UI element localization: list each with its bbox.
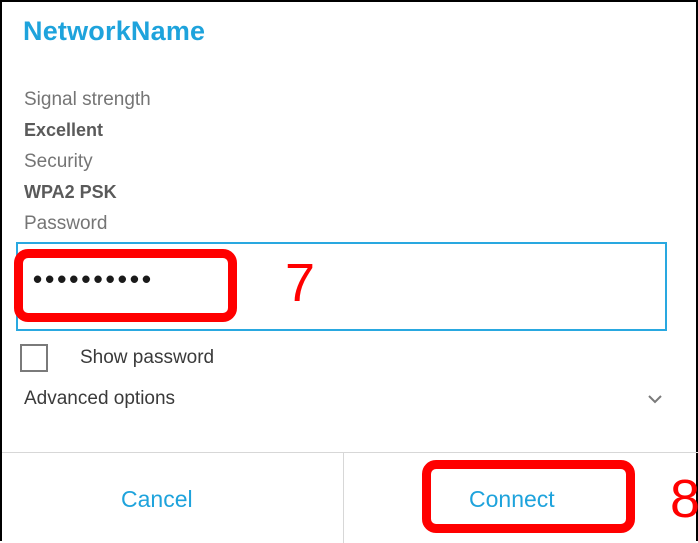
annotation-box-connect xyxy=(422,460,635,533)
cancel-button[interactable]: Cancel xyxy=(121,486,193,513)
signal-strength-value: Excellent xyxy=(24,120,104,140)
show-password-checkbox[interactable] xyxy=(20,344,48,372)
button-divider-vertical xyxy=(343,452,344,543)
security-label: Security xyxy=(24,151,93,172)
password-label: Password xyxy=(24,213,108,234)
annotation-number-7: 7 xyxy=(285,253,316,313)
signal-strength-label: Signal strength xyxy=(24,89,151,110)
security-value: WPA2 PSK xyxy=(24,182,117,202)
chevron-down-icon[interactable] xyxy=(645,389,665,409)
annotation-number-8: 8 xyxy=(670,469,698,529)
annotation-box-password xyxy=(14,249,237,322)
show-password-label[interactable]: Show password xyxy=(80,347,214,369)
dialog-title: NetworkName xyxy=(23,16,206,46)
advanced-options-toggle[interactable]: Advanced options xyxy=(24,388,175,410)
button-divider-horizontal xyxy=(2,452,698,453)
wifi-connect-dialog: NetworkName Signal strength Excellent Se… xyxy=(0,0,698,543)
